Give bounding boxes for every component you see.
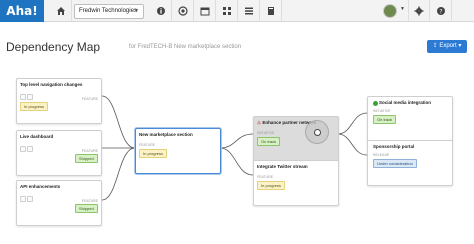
card-sponsorship-portal[interactable]: Sponsorship portal RELEASE Under conside… [367,140,453,186]
link-icon[interactable] [27,196,33,202]
card-top-level-navigation-changes[interactable]: Top level navigation changes FEATURE In … [16,78,102,124]
settings-icon[interactable] [20,196,26,202]
card-new-marketplace-section[interactable]: New marketplace section FEATURE In progr… [135,128,221,174]
status-badge: On track [373,115,397,124]
status-badge: On track [257,137,281,146]
card-type: INITIATIVE [373,109,391,113]
card-live-dashboard[interactable]: Live dashboard FEATURE Shipped [16,130,102,176]
link-c1-c4 [101,95,136,149]
status-badge: Shipped [75,204,98,213]
status-dot-icon [373,101,378,106]
link-c5-c8 [337,133,368,156]
card-title: Social media integration [379,100,432,105]
drag-handle[interactable] [305,120,329,144]
status-badge: In progress [257,181,286,190]
card-title: Top level navigation changes [20,82,83,87]
link-icon[interactable] [27,146,33,152]
card-type: FEATURE [81,149,98,153]
card-controls [20,146,33,152]
card-type: FEATURE [81,97,98,101]
cursor-icon [314,129,321,136]
card-integrate-twitter-stream[interactable]: Integrate Twitter stream FEATURE In prog… [253,160,339,206]
card-api-enhancements[interactable]: API enhancements FEATURE Shipped [16,180,102,226]
card-type: FEATURE [257,175,274,179]
card-type: RELEASE [373,153,390,157]
warning-icon: ⚠ [257,120,262,125]
card-title: Sponsorship portal [373,144,415,149]
card-title: API enhancements [20,184,61,189]
card-controls [20,196,33,202]
card-type: INITIATIVE [257,131,275,135]
status-badge: In progress [20,102,49,111]
settings-icon[interactable] [20,94,26,100]
card-social-media-integration[interactable]: Social media integration INITIATIVE On t… [367,96,453,142]
card-type: FEATURE [139,143,156,147]
card-title: Live dashboard [20,134,54,139]
link-c3-c4 [101,147,136,201]
link-c4-c5 [219,133,254,149]
link-c4-c6 [219,147,254,176]
settings-icon[interactable] [20,146,26,152]
card-type: FEATURE [81,199,98,203]
status-badge: Shipped [75,154,98,163]
status-badge: Under consideration [373,159,417,168]
card-title: Integrate Twitter stream [257,164,308,169]
card-controls [20,94,33,100]
link-icon[interactable] [27,94,33,100]
status-badge: In progress [139,149,168,158]
link-c5-c7 [337,112,368,135]
card-title: New marketplace section [139,132,193,137]
